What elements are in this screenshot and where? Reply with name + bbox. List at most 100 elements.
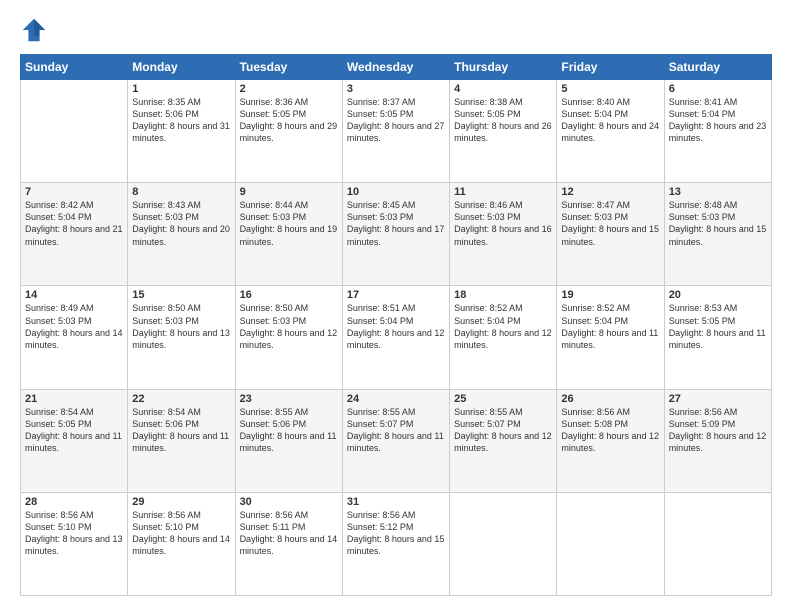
day-number: 27 [669,393,767,405]
day-info: Sunrise: 8:51 AM Sunset: 5:04 PM Dayligh… [347,302,445,351]
day-info: Sunrise: 8:36 AM Sunset: 5:05 PM Dayligh… [240,96,338,145]
day-info: Sunrise: 8:46 AM Sunset: 5:03 PM Dayligh… [454,199,552,248]
calendar-cell: 28Sunrise: 8:56 AM Sunset: 5:10 PM Dayli… [21,492,128,595]
calendar-cell: 10Sunrise: 8:45 AM Sunset: 5:03 PM Dayli… [342,183,449,286]
day-number: 19 [561,289,659,301]
calendar-cell: 1Sunrise: 8:35 AM Sunset: 5:06 PM Daylig… [128,80,235,183]
day-info: Sunrise: 8:52 AM Sunset: 5:04 PM Dayligh… [454,302,552,351]
day-info: Sunrise: 8:55 AM Sunset: 5:07 PM Dayligh… [347,406,445,455]
day-number: 30 [240,496,338,508]
calendar-cell: 20Sunrise: 8:53 AM Sunset: 5:05 PM Dayli… [664,286,771,389]
day-info: Sunrise: 8:44 AM Sunset: 5:03 PM Dayligh… [240,199,338,248]
day-number: 11 [454,186,552,198]
day-info: Sunrise: 8:56 AM Sunset: 5:12 PM Dayligh… [347,509,445,558]
day-info: Sunrise: 8:48 AM Sunset: 5:03 PM Dayligh… [669,199,767,248]
day-number: 14 [25,289,123,301]
day-number: 21 [25,393,123,405]
day-number: 24 [347,393,445,405]
calendar-cell: 2Sunrise: 8:36 AM Sunset: 5:05 PM Daylig… [235,80,342,183]
day-info: Sunrise: 8:45 AM Sunset: 5:03 PM Dayligh… [347,199,445,248]
day-number: 2 [240,83,338,95]
day-info: Sunrise: 8:50 AM Sunset: 5:03 PM Dayligh… [132,302,230,351]
day-info: Sunrise: 8:35 AM Sunset: 5:06 PM Dayligh… [132,96,230,145]
day-number: 26 [561,393,659,405]
day-info: Sunrise: 8:37 AM Sunset: 5:05 PM Dayligh… [347,96,445,145]
calendar-cell: 15Sunrise: 8:50 AM Sunset: 5:03 PM Dayli… [128,286,235,389]
day-number: 8 [132,186,230,198]
calendar-cell: 11Sunrise: 8:46 AM Sunset: 5:03 PM Dayli… [450,183,557,286]
day-info: Sunrise: 8:54 AM Sunset: 5:06 PM Dayligh… [132,406,230,455]
day-number: 29 [132,496,230,508]
calendar-cell: 3Sunrise: 8:37 AM Sunset: 5:05 PM Daylig… [342,80,449,183]
calendar-cell: 22Sunrise: 8:54 AM Sunset: 5:06 PM Dayli… [128,389,235,492]
day-number: 16 [240,289,338,301]
day-info: Sunrise: 8:56 AM Sunset: 5:08 PM Dayligh… [561,406,659,455]
weekday-header-friday: Friday [557,55,664,80]
day-info: Sunrise: 8:52 AM Sunset: 5:04 PM Dayligh… [561,302,659,351]
day-info: Sunrise: 8:55 AM Sunset: 5:07 PM Dayligh… [454,406,552,455]
calendar-cell: 8Sunrise: 8:43 AM Sunset: 5:03 PM Daylig… [128,183,235,286]
calendar-cell: 27Sunrise: 8:56 AM Sunset: 5:09 PM Dayli… [664,389,771,492]
calendar-table: SundayMondayTuesdayWednesdayThursdayFrid… [20,54,772,596]
day-number: 23 [240,393,338,405]
week-row-1: 7Sunrise: 8:42 AM Sunset: 5:04 PM Daylig… [21,183,772,286]
calendar-cell: 9Sunrise: 8:44 AM Sunset: 5:03 PM Daylig… [235,183,342,286]
calendar-cell: 4Sunrise: 8:38 AM Sunset: 5:05 PM Daylig… [450,80,557,183]
calendar-cell [450,492,557,595]
calendar-cell: 23Sunrise: 8:55 AM Sunset: 5:06 PM Dayli… [235,389,342,492]
day-number: 31 [347,496,445,508]
day-info: Sunrise: 8:38 AM Sunset: 5:05 PM Dayligh… [454,96,552,145]
calendar-cell: 30Sunrise: 8:56 AM Sunset: 5:11 PM Dayli… [235,492,342,595]
day-number: 22 [132,393,230,405]
day-number: 18 [454,289,552,301]
weekday-header-tuesday: Tuesday [235,55,342,80]
calendar-cell [664,492,771,595]
calendar-cell: 26Sunrise: 8:56 AM Sunset: 5:08 PM Dayli… [557,389,664,492]
weekday-header-sunday: Sunday [21,55,128,80]
day-info: Sunrise: 8:49 AM Sunset: 5:03 PM Dayligh… [25,302,123,351]
weekday-header-monday: Monday [128,55,235,80]
calendar-cell [557,492,664,595]
day-number: 25 [454,393,552,405]
week-row-3: 21Sunrise: 8:54 AM Sunset: 5:05 PM Dayli… [21,389,772,492]
week-row-0: 1Sunrise: 8:35 AM Sunset: 5:06 PM Daylig… [21,80,772,183]
day-info: Sunrise: 8:53 AM Sunset: 5:05 PM Dayligh… [669,302,767,351]
weekday-header-wednesday: Wednesday [342,55,449,80]
calendar-cell: 29Sunrise: 8:56 AM Sunset: 5:10 PM Dayli… [128,492,235,595]
day-info: Sunrise: 8:42 AM Sunset: 5:04 PM Dayligh… [25,199,123,248]
day-number: 17 [347,289,445,301]
calendar-cell: 17Sunrise: 8:51 AM Sunset: 5:04 PM Dayli… [342,286,449,389]
day-info: Sunrise: 8:43 AM Sunset: 5:03 PM Dayligh… [132,199,230,248]
calendar-cell: 14Sunrise: 8:49 AM Sunset: 5:03 PM Dayli… [21,286,128,389]
day-info: Sunrise: 8:56 AM Sunset: 5:10 PM Dayligh… [132,509,230,558]
day-number: 13 [669,186,767,198]
calendar-cell: 12Sunrise: 8:47 AM Sunset: 5:03 PM Dayli… [557,183,664,286]
day-number: 20 [669,289,767,301]
day-number: 9 [240,186,338,198]
day-info: Sunrise: 8:56 AM Sunset: 5:10 PM Dayligh… [25,509,123,558]
day-number: 28 [25,496,123,508]
day-number: 15 [132,289,230,301]
day-info: Sunrise: 8:56 AM Sunset: 5:11 PM Dayligh… [240,509,338,558]
day-number: 5 [561,83,659,95]
weekday-header-saturday: Saturday [664,55,771,80]
calendar-cell: 5Sunrise: 8:40 AM Sunset: 5:04 PM Daylig… [557,80,664,183]
day-info: Sunrise: 8:54 AM Sunset: 5:05 PM Dayligh… [25,406,123,455]
day-number: 3 [347,83,445,95]
day-info: Sunrise: 8:50 AM Sunset: 5:03 PM Dayligh… [240,302,338,351]
calendar-cell: 6Sunrise: 8:41 AM Sunset: 5:04 PM Daylig… [664,80,771,183]
calendar-cell: 16Sunrise: 8:50 AM Sunset: 5:03 PM Dayli… [235,286,342,389]
day-number: 12 [561,186,659,198]
calendar-cell: 31Sunrise: 8:56 AM Sunset: 5:12 PM Dayli… [342,492,449,595]
calendar-cell: 21Sunrise: 8:54 AM Sunset: 5:05 PM Dayli… [21,389,128,492]
calendar-cell: 18Sunrise: 8:52 AM Sunset: 5:04 PM Dayli… [450,286,557,389]
calendar-cell: 25Sunrise: 8:55 AM Sunset: 5:07 PM Dayli… [450,389,557,492]
day-info: Sunrise: 8:41 AM Sunset: 5:04 PM Dayligh… [669,96,767,145]
weekday-header-row: SundayMondayTuesdayWednesdayThursdayFrid… [21,55,772,80]
calendar-cell [21,80,128,183]
weekday-header-thursday: Thursday [450,55,557,80]
header [20,16,772,44]
day-number: 4 [454,83,552,95]
logo [20,16,52,44]
day-number: 10 [347,186,445,198]
